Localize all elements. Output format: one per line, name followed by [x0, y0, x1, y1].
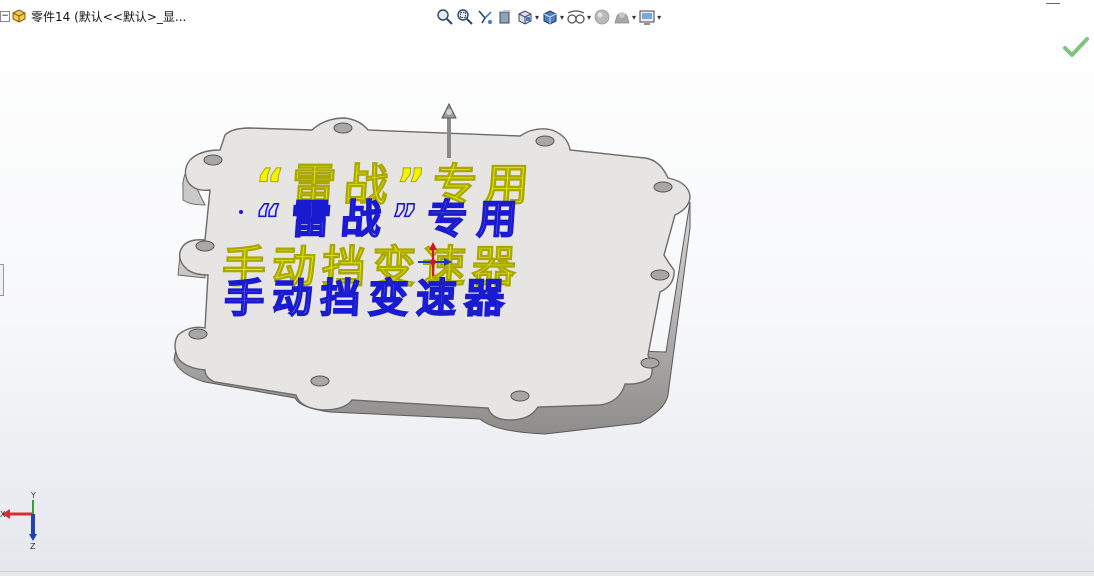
sketch-point[interactable]	[239, 210, 243, 214]
triad-z-label: Z	[30, 542, 36, 551]
mounting-hole[interactable]	[653, 181, 673, 193]
mounting-hole[interactable]	[188, 328, 208, 340]
mounting-hole[interactable]	[650, 269, 670, 281]
mounting-hole[interactable]	[203, 154, 223, 166]
triad-y-label: Y	[30, 491, 36, 500]
embossed-text: “雷战”专用 “雷战”专用 手动挡变速器 手动挡变速器	[220, 160, 539, 323]
mounting-hole[interactable]	[310, 375, 330, 387]
triad-x-label: X	[0, 510, 6, 519]
mounting-hole[interactable]	[640, 357, 660, 369]
mounting-hole[interactable]	[510, 390, 530, 402]
graphics-viewport[interactable]: “雷战”专用 “雷战”专用 手动挡变速器 手动挡变速器 X Y Z	[0, 0, 1094, 575]
mounting-hole[interactable]	[333, 122, 353, 134]
reference-triad[interactable]: X Y Z	[0, 491, 37, 551]
mounting-hole[interactable]	[535, 135, 555, 147]
mounting-hole[interactable]	[195, 240, 215, 252]
emboss-text-line1[interactable]: “雷战”专用	[252, 196, 529, 244]
emboss-text-line2[interactable]: 手动挡变速器	[222, 275, 514, 323]
status-bar-edge	[0, 571, 1094, 576]
